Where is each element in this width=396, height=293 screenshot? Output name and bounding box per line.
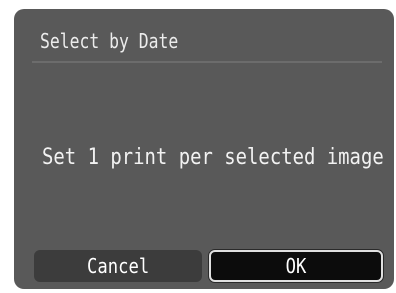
cancel-button[interactable]: Cancel (34, 250, 202, 282)
camera-lcd-screen: Select by Date Set 1 print per selected … (14, 9, 394, 289)
dialog-message: Set 1 print per selected image (42, 145, 384, 170)
title-divider (32, 61, 382, 63)
cancel-button-label: Cancel (86, 254, 150, 278)
ok-button-label: OK (285, 254, 307, 278)
ok-button[interactable]: OK (209, 250, 383, 282)
dialog-title: Select by Date (40, 29, 179, 53)
